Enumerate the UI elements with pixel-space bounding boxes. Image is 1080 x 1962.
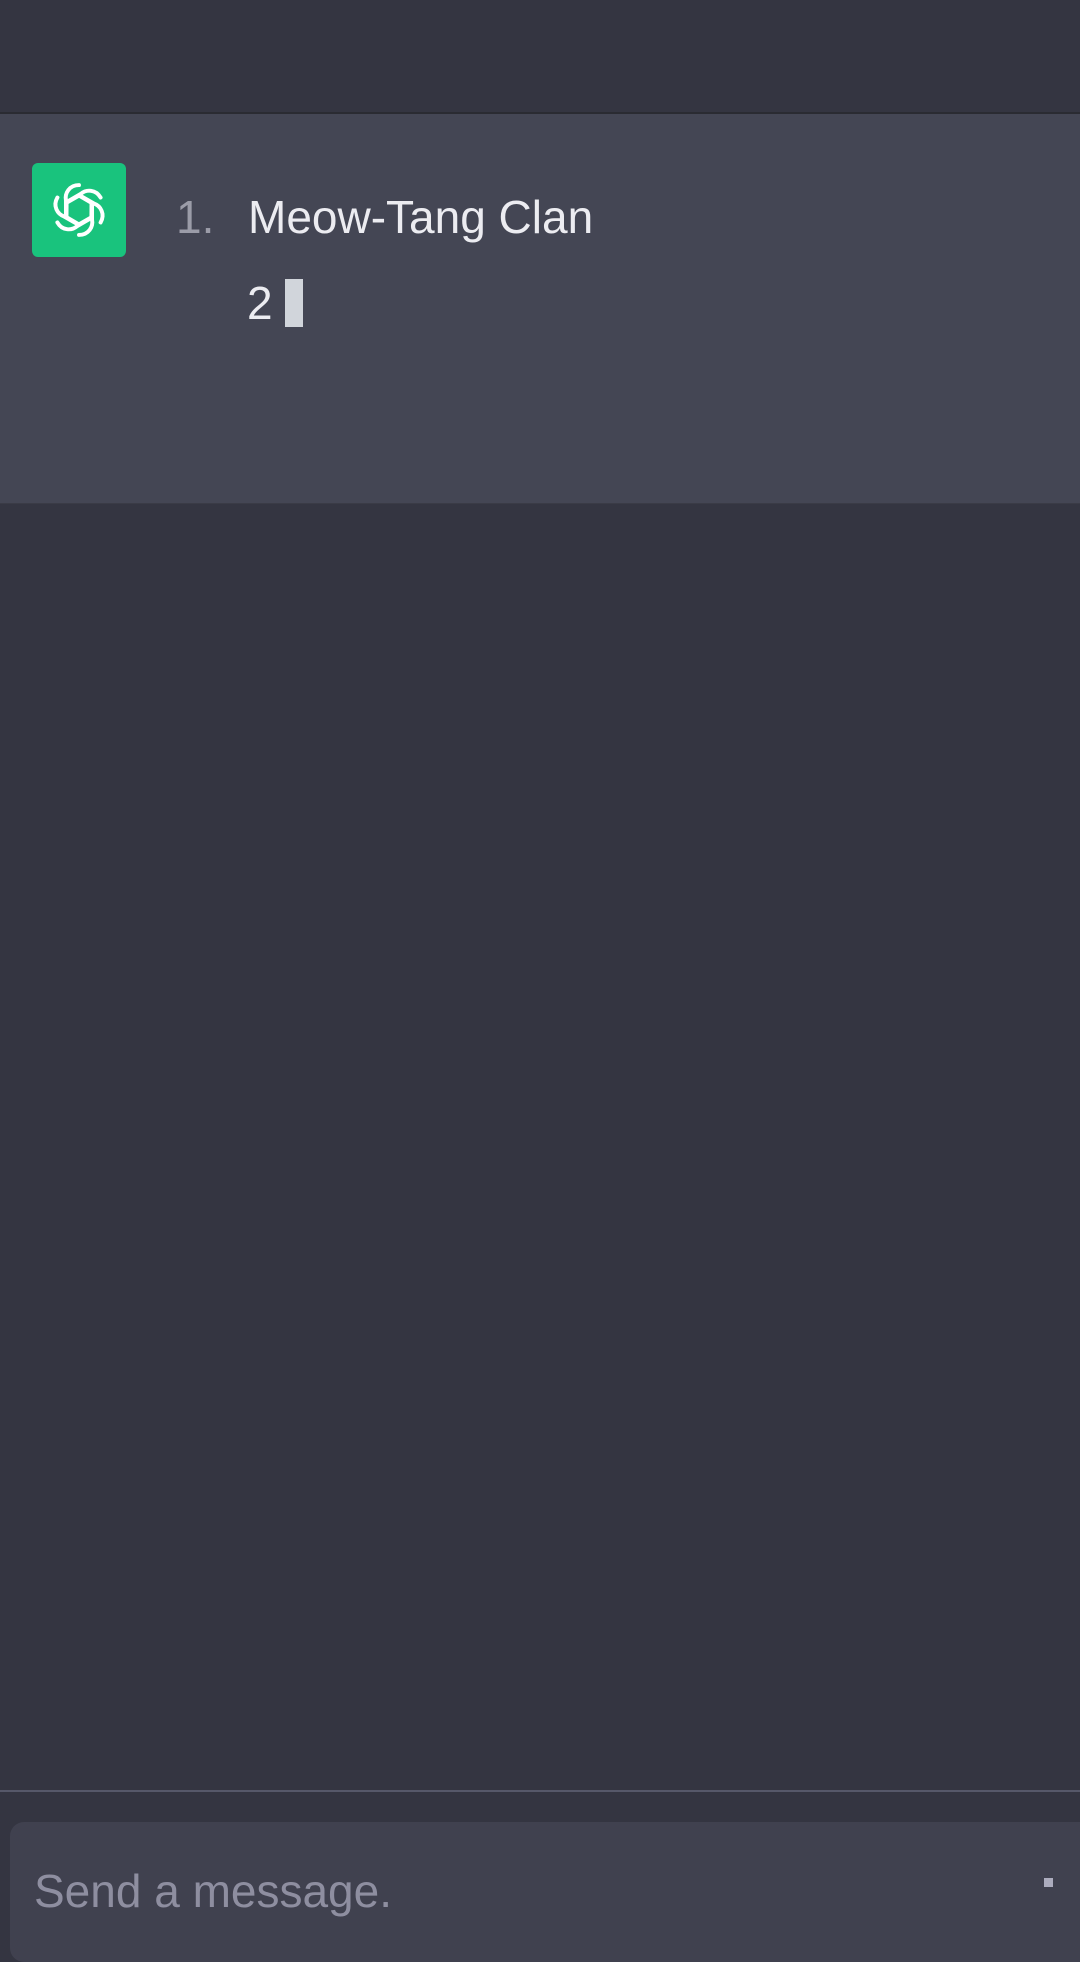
list-marker: 1. xyxy=(176,191,215,243)
assistant-avatar xyxy=(32,163,126,257)
message-input[interactable] xyxy=(34,1860,1014,1922)
top-bar xyxy=(0,0,1080,114)
send-button-icon[interactable] xyxy=(1044,1878,1053,1887)
message-composer xyxy=(10,1822,1080,1962)
list-item-text: Meow-Tang Clan xyxy=(248,191,594,243)
streaming-text: 2 xyxy=(247,277,273,329)
list-item: 1. Meow-Tang Clan xyxy=(176,178,593,256)
composer-divider xyxy=(0,1790,1080,1792)
openai-logo-icon xyxy=(53,183,105,237)
streaming-line: 2 xyxy=(247,264,303,342)
response-list: 1. Meow-Tang Clan xyxy=(176,178,593,256)
typing-cursor xyxy=(284,279,303,327)
assistant-message: 1. Meow-Tang Clan 2 xyxy=(0,114,1080,504)
